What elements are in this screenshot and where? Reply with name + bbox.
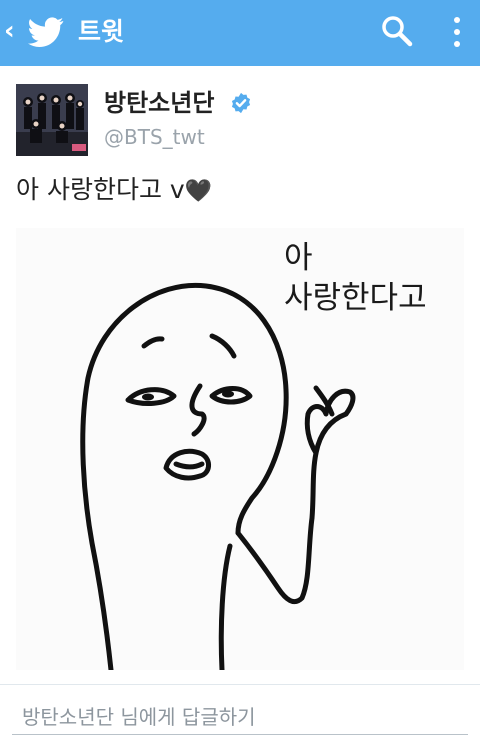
tweet-text: 아 사랑한다고 v🖤 bbox=[16, 172, 212, 210]
avatar[interactable] bbox=[16, 84, 88, 156]
sticker-caption-line2: 사랑한다고 bbox=[284, 280, 427, 316]
search-icon[interactable] bbox=[380, 14, 414, 48]
tweet-media-image[interactable]: 아 사랑한다고 bbox=[16, 228, 464, 670]
sticker-caption: 아 사랑한다고 bbox=[284, 238, 427, 318]
tweet-text-body: 아 사랑한다고 v bbox=[16, 175, 185, 204]
app-header: ‹ 트윗 bbox=[0, 0, 480, 66]
author-name[interactable]: 방탄소년단 bbox=[104, 88, 214, 118]
more-vertical-icon[interactable] bbox=[448, 14, 466, 50]
author-handle[interactable]: @BTS_twt bbox=[104, 124, 205, 150]
black-heart-icon: 🖤 bbox=[184, 179, 213, 204]
page-title: 트윗 bbox=[78, 17, 125, 46]
twitter-bird-icon bbox=[28, 17, 64, 47]
chevron-left-icon[interactable]: ‹ bbox=[4, 16, 15, 46]
verified-badge-icon bbox=[231, 92, 251, 114]
sticker-caption-line1: 아 bbox=[284, 240, 313, 276]
avatar-photo bbox=[16, 84, 88, 156]
reply-input[interactable] bbox=[12, 699, 468, 735]
reply-bar bbox=[0, 684, 480, 745]
